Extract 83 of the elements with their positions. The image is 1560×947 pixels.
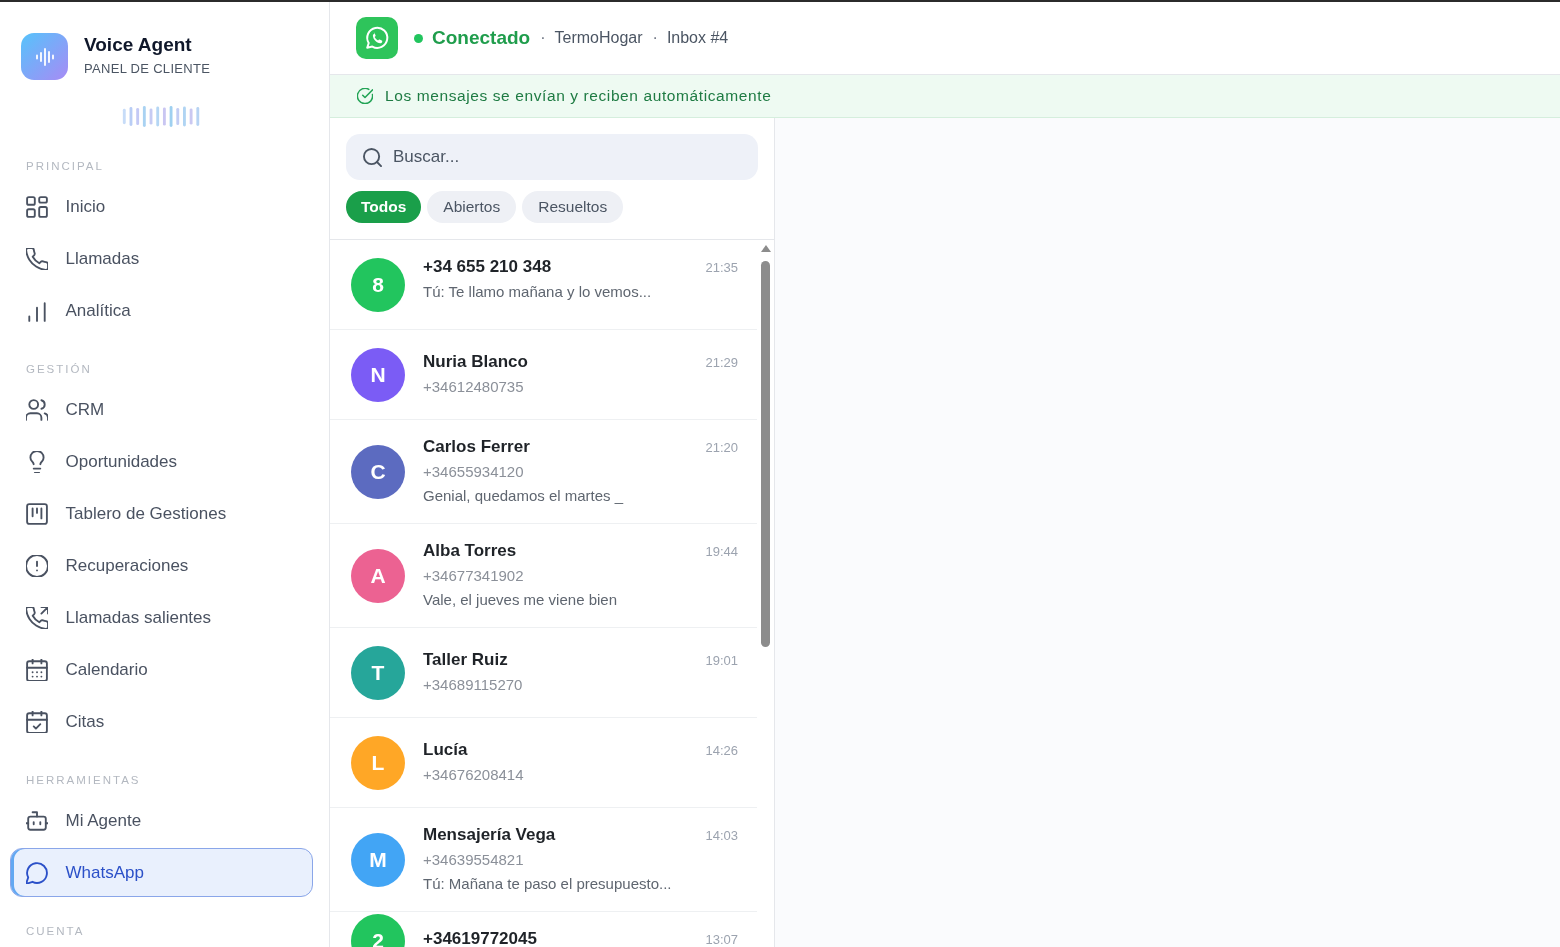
dashboard-grid-icon — [25, 195, 48, 218]
contact-phone: +34655934120 — [423, 462, 525, 482]
nav-item[interactable]: Calendario — [10, 645, 313, 694]
breadcrumb-separator: · — [652, 29, 658, 47]
message-time: 21:29 — [705, 354, 738, 372]
filter-chip[interactable]: Resueltos — [522, 191, 624, 223]
section-label: HERRAMIENTAS — [26, 773, 141, 787]
contact-name: Lucía — [423, 739, 468, 761]
contact-name: +34 655 210 348 — [423, 256, 552, 278]
brand-title: Voice Agent — [84, 33, 193, 57]
section-label: PRINCIPAL — [26, 159, 104, 173]
avatar: L — [351, 735, 405, 790]
soundwave-logo-icon — [21, 33, 68, 80]
contact-phone: +34689115270 — [423, 675, 524, 695]
contact-name: Nuria Blanco — [423, 351, 528, 373]
avatar: 8 — [351, 257, 405, 312]
bar-chart-icon — [25, 299, 48, 322]
conversation-item[interactable]: 8 +34 655 210 348 21:35 Tú: Te llamo mañana y lo vemos... — [330, 240, 757, 330]
contact-name: Taller Ruiz — [423, 649, 508, 671]
section-label: GESTIÓN — [26, 362, 92, 376]
contact-name: Mensajería Vega — [423, 824, 556, 846]
contact-name: Alba Torres — [423, 540, 517, 562]
nav-item[interactable]: CRM — [10, 385, 313, 434]
phone-bubble-icon — [356, 17, 398, 59]
nav-item[interactable]: Recuperaciones — [10, 541, 313, 590]
conversation-item[interactable]: M Mensajería Vega 14:03 +34639554821 Tú: Mañana te paso el presupuesto... — [330, 808, 757, 912]
avatar: C — [351, 444, 405, 499]
nav-item[interactable]: WhatsApp — [10, 848, 313, 897]
brand-subtitle: PANEL DE CLIENTE — [84, 61, 211, 77]
calendar-check-icon — [25, 710, 48, 733]
nav-item[interactable]: Tablero de Gestiones — [10, 489, 313, 538]
avatar: N — [351, 347, 405, 402]
avatar: A — [351, 548, 405, 603]
phone-icon — [25, 247, 48, 270]
nav-item[interactable]: Inicio — [10, 182, 313, 231]
message-time: 13:07 — [705, 931, 738, 947]
contact-phone: +34677341902 — [423, 566, 525, 586]
scroll-up-arrow-icon[interactable] — [760, 245, 771, 252]
nav-item[interactable]: Llamadas — [10, 234, 313, 283]
search-field[interactable]: Buscar... — [346, 134, 758, 180]
conversation-item[interactable]: C Carlos Ferrer 21:20 +34655934120 Genial, quedamos el martes _ — [330, 420, 757, 524]
kanban-board-icon — [25, 502, 48, 525]
nav-item[interactable]: Oportunidades — [10, 437, 313, 486]
message-preview: Tú: Te llamo mañana y lo vemos... — [423, 282, 653, 302]
section-label: CUENTA — [26, 924, 85, 938]
message-time: 14:26 — [705, 742, 738, 760]
message-time: 19:01 — [705, 652, 738, 670]
auto-messaging-notice: Los mensajes se envían y reciben automáticamente — [385, 87, 772, 105]
conversation-item[interactable]: N Nuria Blanco 21:29 +34612480735 — [330, 330, 757, 420]
nav-item[interactable]: Mi Agente — [10, 796, 313, 845]
message-time: 21:20 — [705, 439, 738, 457]
contact-phone: +34676208414 — [423, 765, 525, 785]
message-time: 14:03 — [705, 827, 738, 845]
breadcrumb-item: Inbox #4 — [666, 29, 729, 47]
conversation-item[interactable]: L Lucía 14:26 +34676208414 — [330, 718, 757, 808]
connection-status: Conectado — [432, 27, 531, 49]
contact-name: +34619772045 — [423, 928, 537, 947]
chat-bubble-icon — [25, 861, 48, 884]
message-preview: Genial, quedamos el martes _ — [423, 486, 625, 506]
search-icon — [363, 147, 382, 167]
contact-name: Carlos Ferrer — [423, 436, 530, 458]
calendar-icon — [25, 658, 48, 681]
nav-item[interactable]: Llamadas salientes — [10, 593, 313, 642]
message-time: 19:44 — [705, 543, 738, 561]
breadcrumb-separator: · — [540, 29, 546, 47]
breadcrumb-item: TermoHogar — [554, 29, 643, 47]
contact-phone: +34612480735 — [423, 377, 525, 397]
message-time: 21:35 — [705, 259, 738, 277]
contact-phone: +34639554821 — [423, 850, 525, 870]
phone-outgoing-icon — [25, 606, 48, 629]
scrollbar-thumb[interactable] — [761, 261, 770, 647]
check-circle-icon — [357, 88, 373, 104]
filter-chip[interactable]: Abiertos — [427, 191, 517, 223]
message-preview: Vale, el jueves me viene bien — [423, 590, 618, 610]
robot-icon — [25, 809, 48, 832]
nav-item[interactable]: Analítica — [10, 286, 313, 335]
avatar: M — [351, 832, 405, 887]
conversation-item[interactable]: A Alba Torres 19:44 +34677341902 Vale, el jueves me viene bien — [330, 524, 757, 628]
conversation-item[interactable]: T Taller Ruiz 19:01 +34689115270 — [330, 628, 757, 718]
users-icon — [25, 398, 48, 421]
nav-item[interactable]: Citas — [10, 697, 313, 746]
avatar: T — [351, 645, 405, 700]
message-preview: Tú: Mañana te paso el presupuesto... — [423, 874, 673, 894]
